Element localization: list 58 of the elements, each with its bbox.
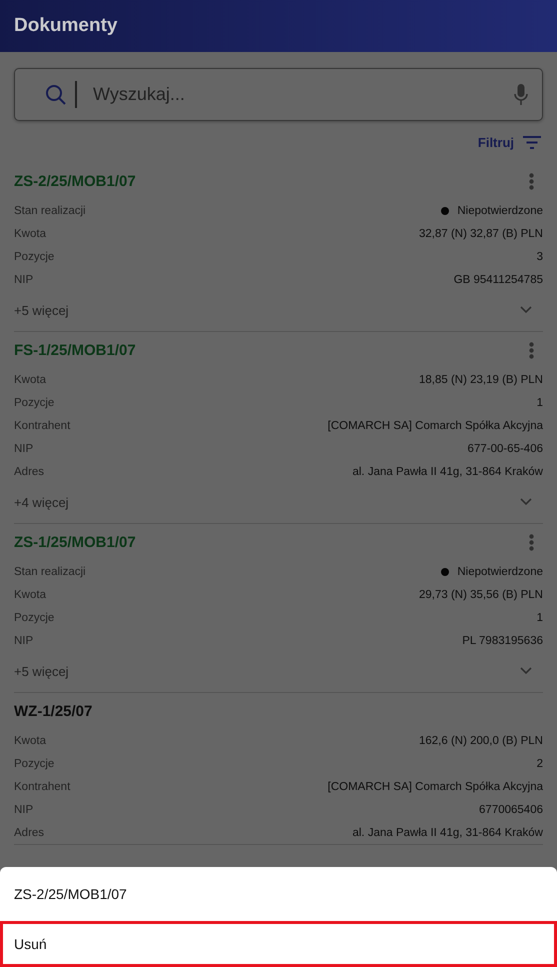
more-options-icon[interactable]	[529, 172, 534, 190]
field-label: Kontrahent	[14, 420, 70, 432]
field-value: 29,73 (N) 35,56 (B) PLN	[418, 588, 543, 600]
field-value: [COMARCH SA] Comarch Spółka Akcyjna	[328, 780, 543, 792]
show-more-link[interactable]: +5 więcej	[14, 302, 69, 318]
delete-action[interactable]: Usuń	[0, 921, 557, 967]
field-value: GB 95411254785	[454, 274, 543, 286]
document-title[interactable]: WZ-1/25/07	[14, 702, 92, 720]
field-label: NIP	[14, 634, 34, 646]
document-title[interactable]: FS-1/25/MOB1/07	[14, 342, 136, 358]
field-label: Kwota	[14, 588, 46, 600]
field-value: 6770065406	[479, 804, 543, 816]
field-label: Pozycje	[14, 758, 54, 770]
more-options-icon[interactable]	[529, 534, 534, 550]
field-value: 1	[536, 612, 543, 624]
field-label: NIP	[14, 442, 34, 454]
chevron-down-icon[interactable]	[520, 306, 532, 314]
field-value: [COMARCH SA] Comarch Spółka Akcyjna	[328, 420, 543, 432]
field-label: Adres	[14, 826, 44, 838]
field-label: Pozycje	[14, 250, 54, 262]
field-label: Kwota	[14, 228, 46, 240]
field-label: Stan realizacji	[14, 566, 86, 578]
field-value: 32,87 (N) 32,87 (B) PLN	[418, 228, 543, 240]
field-label: Stan realizacji	[14, 204, 86, 216]
chevron-down-icon[interactable]	[520, 667, 532, 675]
field-value: 1	[536, 396, 543, 408]
field-value: Niepotwierdzone	[457, 566, 543, 578]
field-value: Niepotwierdzone	[457, 204, 543, 216]
field-value: PL 7983195636	[462, 634, 543, 646]
field-label: Kwota	[14, 374, 46, 386]
field-value: 162,6 (N) 200,0 (B) PLN	[418, 734, 543, 746]
field-value: al. Jana Pawła II 41g, 31-864 Kraków	[352, 826, 543, 838]
field-label: NIP	[14, 804, 34, 816]
search-field[interactable]: Wyszukaj...	[14, 68, 543, 121]
show-more-link[interactable]: +5 więcej	[14, 664, 69, 678]
chevron-down-icon[interactable]	[520, 498, 532, 506]
field-label: Kwota	[14, 734, 46, 746]
document-title[interactable]: ZS-1/25/MOB1/07	[14, 534, 136, 550]
search-input[interactable]: Wyszukaj...	[91, 83, 514, 106]
document-title[interactable]: ZS-2/25/MOB1/07	[14, 172, 136, 190]
field-label: NIP	[14, 274, 34, 286]
search-icon	[45, 84, 67, 106]
field-label: Kontrahent	[14, 780, 70, 792]
field-value: 3	[536, 250, 543, 262]
field-label: Pozycje	[14, 612, 54, 624]
field-label: Pozycje	[14, 396, 54, 408]
field-value: 18,85 (N) 23,19 (B) PLN	[418, 374, 543, 386]
field-value: al. Jana Pawła II 41g, 31-864 Kraków	[352, 466, 543, 478]
filter-icon	[523, 136, 541, 149]
field-label: Adres	[14, 466, 44, 478]
microphone-icon[interactable]	[514, 84, 528, 106]
screen-title: Dokumenty	[14, 15, 118, 37]
filter-button[interactable]: Filtruj	[478, 135, 541, 150]
field-value: 677-00-65-406	[468, 442, 543, 454]
sheet-title: ZS-2/25/MOB1/07	[13, 885, 128, 904]
field-value: 2	[536, 758, 543, 770]
show-more-link[interactable]: +4 więcej	[14, 494, 69, 510]
more-options-icon[interactable]	[529, 342, 534, 358]
